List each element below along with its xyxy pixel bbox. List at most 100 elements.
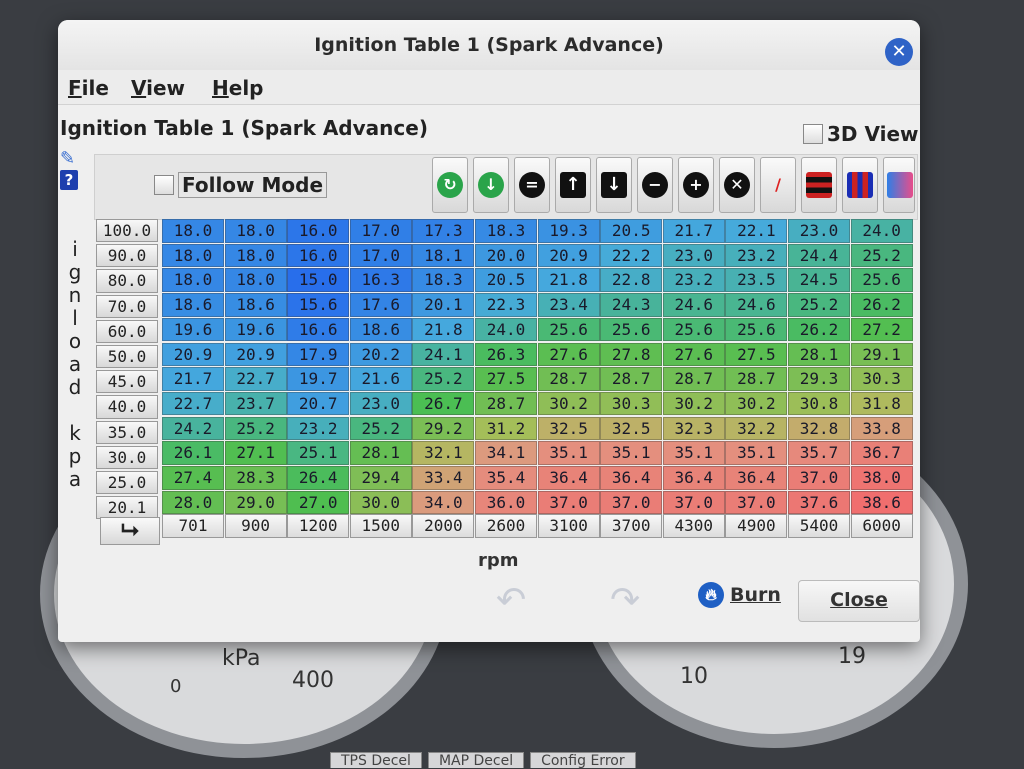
shift-up-button[interactable]: ↑ [555, 157, 591, 213]
follow-mode-toggle[interactable]: Follow Mode [154, 171, 328, 198]
table-cell[interactable]: 26.7 [412, 391, 475, 416]
table-cell[interactable]: 30.8 [788, 391, 850, 416]
table-cell[interactable]: 26.4 [287, 466, 350, 490]
table-cell[interactable]: 35.1 [725, 441, 788, 465]
table-cell[interactable]: 27.2 [850, 317, 913, 342]
table-cell[interactable]: 30.0 [349, 490, 412, 515]
table-cell[interactable]: 33.4 [412, 466, 475, 490]
table-cell[interactable]: 25.6 [537, 317, 600, 342]
rotate-up-button[interactable]: ↻ [432, 157, 468, 213]
table-cell[interactable]: 37.0 [662, 490, 725, 515]
table-cell[interactable]: 23.0 [788, 219, 850, 243]
table-cell[interactable]: 36.0 [475, 490, 537, 515]
table-cell[interactable]: 18.6 [224, 293, 287, 317]
table-cell[interactable]: 28.7 [475, 391, 537, 416]
table-cell[interactable]: 35.1 [662, 441, 725, 465]
rows-button[interactable] [801, 157, 837, 213]
table-cell[interactable]: 17.9 [287, 342, 350, 366]
table-cell[interactable]: 30.2 [537, 391, 600, 416]
axis-swap-button[interactable]: ⮡ [100, 517, 160, 545]
table-cell[interactable]: 26.2 [788, 317, 850, 342]
table-cell[interactable]: 20.9 [537, 243, 600, 268]
follow-mode-checkbox[interactable] [154, 174, 174, 195]
table-cell[interactable]: 31.2 [475, 416, 537, 441]
table-cell[interactable]: 23.2 [662, 268, 725, 292]
table-cell[interactable]: 19.3 [537, 219, 600, 243]
table-cell[interactable]: 25.2 [412, 367, 475, 391]
table-cell[interactable]: 22.7 [162, 391, 224, 416]
table-cell[interactable]: 36.4 [600, 466, 663, 490]
table-cell[interactable]: 22.2 [600, 243, 663, 268]
table-cell[interactable]: 37.0 [537, 490, 600, 515]
table-cell[interactable]: 29.0 [224, 490, 287, 515]
table-cell[interactable]: 23.2 [287, 416, 350, 441]
table-cell[interactable]: 20.7 [287, 391, 350, 416]
table-cell[interactable]: 20.5 [475, 268, 537, 292]
table-cell[interactable]: 26.1 [162, 441, 224, 465]
table-cell[interactable]: 25.2 [349, 416, 412, 441]
table-cell[interactable]: 23.7 [224, 391, 287, 416]
table-cell[interactable]: 18.6 [162, 293, 224, 317]
table-cell[interactable]: 35.7 [788, 441, 850, 465]
close-window-button[interactable]: ✕ [885, 38, 913, 66]
menu-file[interactable]: File [68, 76, 109, 100]
table-cell[interactable]: 38.6 [850, 490, 913, 515]
table-cell[interactable]: 24.1 [412, 342, 475, 366]
view3d-checkbox[interactable] [803, 123, 823, 144]
redo-icon[interactable]: ↷ [610, 580, 650, 621]
table-cell[interactable]: 24.2 [162, 416, 224, 441]
table-cell[interactable]: 24.6 [725, 293, 788, 317]
table-cell[interactable]: 27.8 [600, 342, 663, 366]
table-cell[interactable]: 25.6 [662, 317, 725, 342]
table-cell[interactable]: 28.0 [162, 490, 224, 515]
table-cell[interactable]: 20.0 [475, 243, 537, 268]
table-cell[interactable]: 17.0 [349, 219, 412, 243]
table-cell[interactable]: 37.0 [788, 466, 850, 490]
table-cell[interactable]: 28.1 [349, 441, 412, 465]
multiply-button[interactable]: ✕ [719, 157, 755, 213]
help-icon[interactable]: ? [60, 170, 78, 190]
table-cell[interactable]: 18.0 [224, 268, 287, 292]
table-cell[interactable]: 18.0 [224, 243, 287, 268]
table-cell[interactable]: 15.6 [287, 293, 350, 317]
table-cell[interactable]: 28.7 [537, 367, 600, 391]
title-bar[interactable]: Ignition Table 1 (Spark Advance) ✕ [58, 20, 920, 71]
table-cell[interactable]: 32.5 [600, 416, 663, 441]
table-cell[interactable]: 20.1 [412, 293, 475, 317]
table-cell[interactable]: 24.4 [788, 243, 850, 268]
table-cell[interactable]: 24.3 [600, 293, 663, 317]
table-cell[interactable]: 24.0 [475, 317, 537, 342]
table-cell[interactable]: 29.4 [349, 466, 412, 490]
table-cell[interactable]: 19.6 [162, 317, 224, 342]
shift-down-button[interactable]: ↓ [596, 157, 632, 213]
table-cell[interactable]: 20.9 [224, 342, 287, 366]
table-cell[interactable]: 25.6 [850, 268, 913, 292]
table-cell[interactable]: 23.0 [662, 243, 725, 268]
table-cell[interactable]: 26.2 [850, 293, 913, 317]
table-cell[interactable]: 23.5 [725, 268, 788, 292]
burn-button[interactable]: 🔥︎ Burn [698, 582, 781, 622]
table-cell[interactable]: 31.8 [850, 391, 913, 416]
table-cell[interactable]: 38.0 [850, 466, 913, 490]
table-cell[interactable]: 22.8 [600, 268, 663, 292]
table-cell[interactable]: 32.8 [788, 416, 850, 441]
table-cell[interactable]: 18.0 [224, 219, 287, 243]
table-cell[interactable]: 20.2 [349, 342, 412, 366]
table-cell[interactable]: 32.2 [725, 416, 788, 441]
table-cell[interactable]: 17.0 [349, 243, 412, 268]
table-cell[interactable]: 23.0 [349, 391, 412, 416]
table-cell[interactable]: 18.3 [412, 268, 475, 292]
menu-help[interactable]: Help [212, 76, 264, 100]
table-cell[interactable]: 28.1 [788, 342, 850, 366]
table-cell[interactable]: 24.6 [662, 293, 725, 317]
table-cell[interactable]: 34.0 [412, 490, 475, 515]
table-cell[interactable]: 21.8 [412, 317, 475, 342]
table-cell[interactable]: 27.0 [287, 490, 350, 515]
table-cell[interactable]: 32.5 [537, 416, 600, 441]
table-cell[interactable]: 36.4 [725, 466, 788, 490]
table-cell[interactable]: 21.6 [349, 367, 412, 391]
table-cell[interactable]: 35.1 [600, 441, 663, 465]
table-cell[interactable]: 27.1 [224, 441, 287, 465]
table-cell[interactable]: 32.1 [412, 441, 475, 465]
table-cell[interactable]: 18.0 [162, 219, 224, 243]
